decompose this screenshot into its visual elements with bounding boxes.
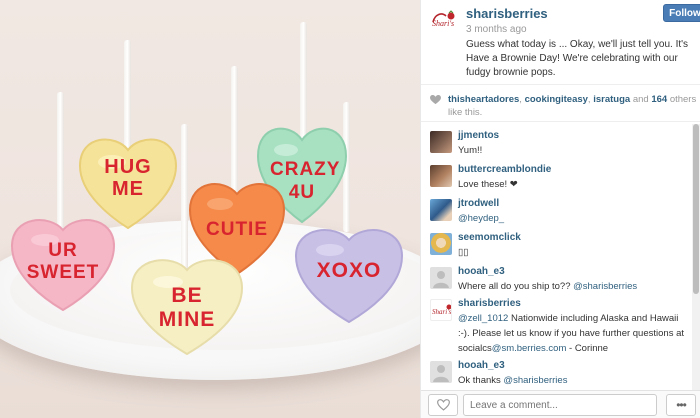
comment-text: @heydep_: [458, 211, 690, 226]
heart-outline-icon: [436, 399, 450, 411]
default-avatar-icon[interactable]: [430, 361, 452, 383]
scrollbar-thumb[interactable]: [693, 124, 699, 294]
comment-input[interactable]: [463, 394, 657, 416]
comment-text: Yum!!: [458, 145, 483, 156]
comment-text-part: Where all do you ship to??: [458, 281, 574, 292]
avatar[interactable]: [430, 199, 452, 221]
comment-text: Ok thanks @sharisberries: [458, 373, 690, 388]
follow-button[interactable]: Follow: [663, 4, 700, 22]
likes-separator: ,: [587, 94, 591, 105]
avatar[interactable]: [430, 165, 452, 187]
candy-heart-pop: XOXO: [294, 222, 404, 324]
comment-text: ▯▯: [458, 247, 469, 258]
comment-text: @zell_1012 Nationwide including Alaska a…: [458, 311, 690, 356]
post-header: Shari's sharisberries 3 months ago Guess…: [421, 0, 700, 84]
pop-stick: [57, 92, 64, 232]
likes-summary: thisheartadores, cookingiteasy, isratuga…: [421, 84, 700, 122]
avatar[interactable]: [430, 233, 452, 255]
likes-and: and: [632, 94, 649, 105]
comment-username[interactable]: jjmentos: [458, 130, 499, 141]
avatar[interactable]: [430, 131, 452, 153]
comment-footer: •••: [421, 390, 700, 418]
post-photo: HUG ME CRAZY 4U CUTIE UR SWEET XOXO BE M…: [0, 0, 420, 418]
sharis-berries-logo-icon[interactable]: Shari's: [429, 8, 457, 30]
comment-list: jjmentos Yum!! buttercreamblondie Love t…: [421, 126, 693, 388]
post-username[interactable]: sharisberries: [466, 6, 548, 21]
comments-scrollbar[interactable]: [692, 124, 700, 390]
post-caption: Guess what today is ... Okay, we'll just…: [466, 39, 689, 78]
comment-text-part: - Corinne: [566, 343, 609, 354]
like-button[interactable]: [428, 394, 458, 416]
more-options-button[interactable]: •••: [666, 394, 696, 416]
like-user[interactable]: thisheartadores: [448, 94, 519, 105]
like-user[interactable]: isratuga: [593, 94, 630, 105]
comment-text: Where all do you ship to?? @sharisberrie…: [458, 279, 690, 294]
likes-separator: ,: [519, 94, 522, 105]
comment-username[interactable]: hooah_e3: [458, 266, 505, 277]
svg-text:Shari's: Shari's: [432, 19, 454, 28]
likes-text: thisheartadores, cookingiteasy, isratuga…: [448, 93, 698, 119]
mention-link[interactable]: @zell_1012: [458, 313, 508, 324]
like-count[interactable]: 164: [651, 94, 667, 105]
candy-text: XOXO: [316, 259, 382, 282]
mention-link[interactable]: @sharisberries: [573, 281, 637, 292]
comment-text-part: Ok thanks: [458, 375, 504, 386]
like-user[interactable]: cookingiteasy: [525, 94, 588, 105]
mention-link[interactable]: @heydep_: [458, 213, 504, 224]
comment-text: Love these! ❤︎: [458, 179, 518, 190]
comment-username[interactable]: sharisberries: [458, 298, 521, 309]
candy-text: BE MINE: [158, 284, 216, 331]
comment-username[interactable]: buttercreamblondie: [458, 164, 551, 175]
candy-text: HUG ME: [104, 156, 152, 200]
mention-link[interactable]: @sharisberries: [503, 375, 567, 386]
heart-icon: [430, 95, 441, 105]
candy-heart-pop: UR SWEET: [10, 212, 116, 312]
sharis-berries-logo-icon[interactable]: Shari's: [430, 299, 452, 321]
comment-username[interactable]: jtrodwell: [458, 198, 499, 209]
candy-heart-pop: BE MINE: [130, 252, 244, 356]
mention-link[interactable]: @sm.berries.com: [492, 343, 567, 354]
post-timestamp[interactable]: 3 months ago: [466, 24, 527, 35]
comment-username[interactable]: seemomclick: [458, 232, 521, 243]
candy-text: UR SWEET: [26, 240, 100, 283]
default-avatar-icon[interactable]: [430, 267, 452, 289]
candy-text: CUTIE: [206, 219, 268, 240]
comment-username[interactable]: hooah_e3: [458, 360, 505, 371]
post-details-panel: Shari's sharisberries 3 months ago Guess…: [420, 0, 700, 418]
